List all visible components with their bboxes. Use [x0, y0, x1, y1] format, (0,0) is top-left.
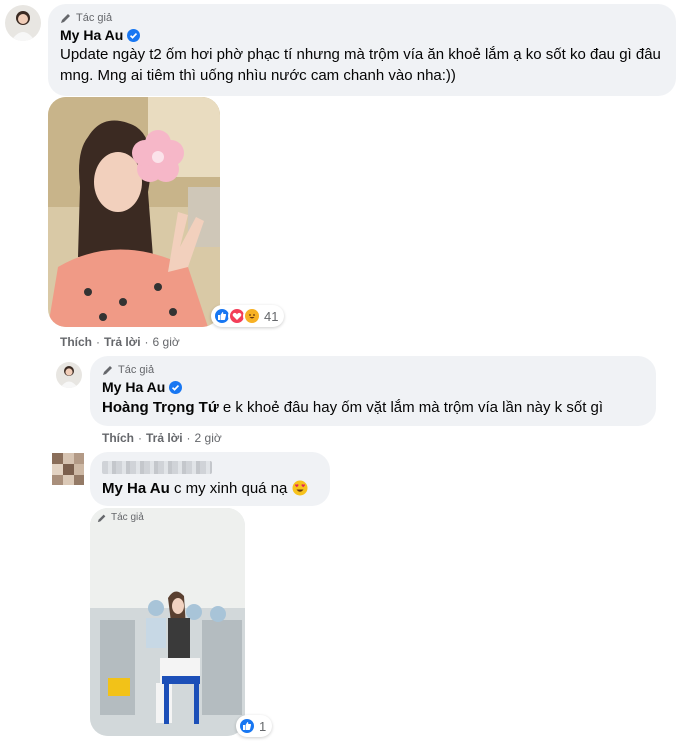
reply-button[interactable]: Trả lời [146, 431, 183, 445]
comment-photo[interactable] [48, 97, 220, 327]
reply-body: c my xinh quá nạ [173, 480, 288, 497]
comment-bubble: Tác giả My Ha Au Update ngày t2 ốm hơi p… [48, 4, 676, 96]
reply-bubble: Tác giả My Ha Au Hoàng Trọng Tứ e k khoẻ… [90, 356, 656, 426]
reaction-summary[interactable]: 41 [211, 305, 285, 327]
commenter-name[interactable]: My Ha Au [102, 379, 165, 395]
blurred-commenter-name[interactable] [102, 461, 212, 474]
reaction-summary[interactable]: 1 [236, 715, 273, 737]
like-button[interactable]: Thích [60, 335, 92, 349]
reply-text: Hoàng Trọng Tứ e k khoẻ đâu hay ốm vặt l… [102, 397, 644, 418]
author-badge: Tác giả [60, 12, 664, 24]
comment-text: Update ngày t2 ốm hơi phờ phạc tí nhưng … [60, 46, 661, 84]
reply-actions: Thích · Trả lời · 2 giờ [102, 431, 222, 445]
separator-dot: · [138, 431, 142, 445]
reply-text: My Ha Au c my xinh quá nạ [102, 478, 318, 499]
separator-dot: · [186, 431, 191, 445]
blurred-avatar[interactable] [52, 453, 84, 485]
author-badge-label: Tác giả [118, 364, 155, 376]
separator-dot: · [96, 335, 100, 349]
comment-time[interactable]: 6 giờ [153, 335, 180, 349]
author-avatar[interactable] [56, 362, 82, 388]
author-badge: Tác giả [102, 364, 644, 376]
pen-icon [97, 514, 106, 522]
comment-actions: Thích · Trả lời · 6 giờ [60, 335, 180, 349]
pen-icon [61, 14, 70, 23]
reaction-count: 1 [259, 718, 267, 734]
mention-link[interactable]: Hoàng Trọng Tứ [102, 399, 219, 416]
verified-icon [127, 28, 141, 42]
reply-body: e k khoẻ đâu hay ốm vặt lắm mà trộm vía … [222, 399, 604, 416]
reply-bubble: My Ha Au c my xinh quá nạ [90, 452, 330, 506]
commenter-name[interactable]: My Ha Au [60, 27, 123, 43]
mention-link[interactable]: My Ha Au [102, 480, 170, 497]
author-badge-label: Tác giả [111, 512, 144, 523]
author-badge-label: Tác giả [76, 12, 113, 24]
like-icon [238, 717, 256, 735]
reply-time[interactable]: 2 giờ [195, 431, 222, 445]
verified-icon [169, 380, 183, 394]
haha-icon [243, 307, 261, 325]
reaction-count: 41 [264, 308, 279, 324]
heart-eyes-emoji [292, 480, 308, 496]
reply-photo[interactable]: Tác giả [90, 508, 245, 736]
separator-dot: · [144, 335, 149, 349]
author-badge: Tác giả [97, 512, 144, 523]
author-avatar[interactable] [5, 5, 41, 41]
like-button[interactable]: Thích [102, 431, 134, 445]
reply-button[interactable]: Trả lời [104, 335, 141, 349]
pen-icon [103, 366, 112, 375]
